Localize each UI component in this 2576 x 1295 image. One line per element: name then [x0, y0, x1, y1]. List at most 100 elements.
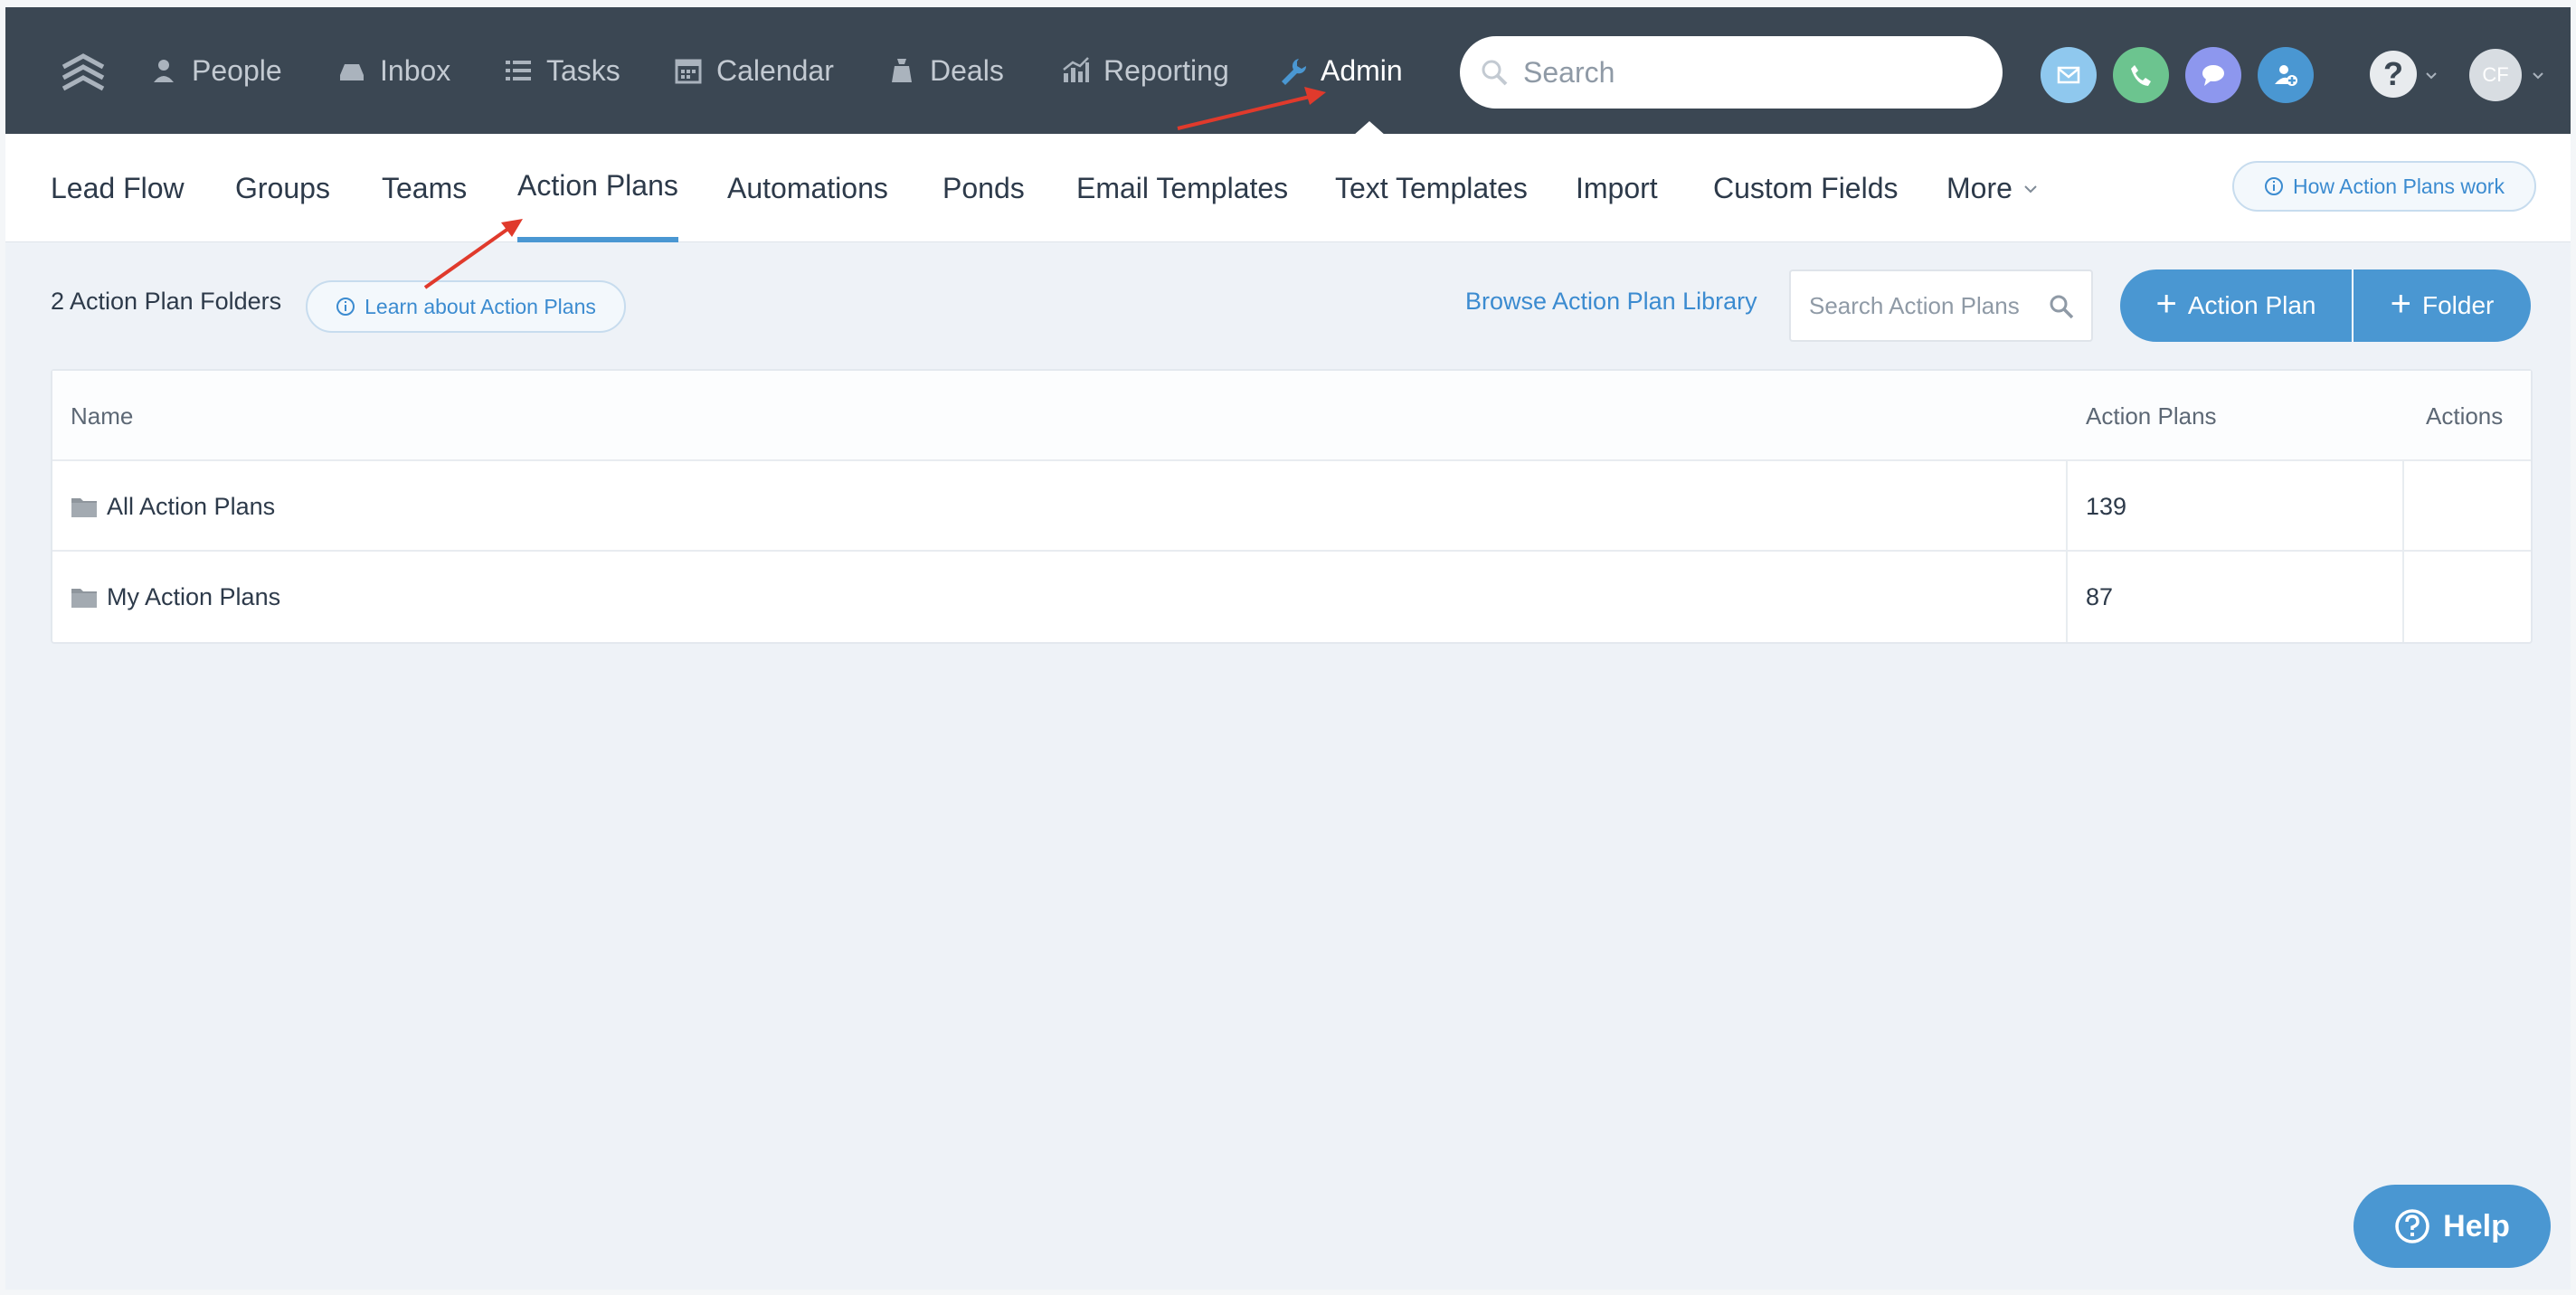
tab-label: Import — [1576, 171, 1658, 204]
text-message-button[interactable] — [2185, 47, 2241, 103]
nav-label: People — [192, 53, 282, 87]
nav-label: Tasks — [546, 53, 620, 87]
tab-automations[interactable]: Automations — [727, 134, 888, 242]
tab-action-plans[interactable]: Action Plans — [517, 134, 678, 242]
info-icon — [336, 298, 355, 316]
tab-teams[interactable]: Teams — [382, 134, 467, 242]
learn-about-action-plans-button[interactable]: Learn about Action Plans — [306, 280, 626, 333]
global-search-input[interactable] — [1523, 55, 1975, 90]
add-action-plan-button[interactable]: + Action Plan — [2120, 269, 2353, 342]
add-person-icon — [2275, 65, 2297, 86]
nav-label: Admin — [1321, 53, 1403, 87]
add-folder-button[interactable]: + Folder — [2353, 269, 2531, 342]
user-avatar[interactable]: CF — [2469, 49, 2522, 101]
nav-inbox[interactable]: Inbox — [336, 7, 450, 134]
nav-calendar[interactable]: Calendar — [673, 7, 834, 134]
tab-groups[interactable]: Groups — [235, 134, 330, 242]
wrench-icon — [1282, 59, 1307, 85]
chevron-down-icon — [2426, 72, 2437, 80]
chart-icon — [1063, 57, 1089, 82]
tab-label: Action Plans — [517, 168, 678, 202]
tab-label: Automations — [727, 171, 888, 204]
app-logo-icon[interactable] — [56, 47, 110, 101]
add-plan-label: Action Plan — [2187, 291, 2316, 319]
chevron-down-icon — [2024, 185, 2037, 194]
global-search[interactable] — [1460, 36, 2003, 109]
top-navigation-bar: People Inbox Tasks Calendar Deals Report… — [5, 7, 2571, 136]
table-header: Name Action Plans Actions — [52, 371, 2531, 461]
folder-icon — [71, 589, 97, 608]
list-icon — [506, 61, 531, 80]
folder-name-cell[interactable]: All Action Plans — [71, 461, 275, 552]
tab-label: Lead Flow — [51, 171, 185, 204]
nav-label: Calendar — [716, 53, 834, 87]
tab-import[interactable]: Import — [1576, 134, 1658, 242]
action-plan-folders-table: Name Action Plans Actions All Action Pla… — [51, 369, 2533, 644]
folder-icon — [71, 498, 97, 517]
folders-count: 2 Action Plan Folders — [51, 288, 282, 315]
chat-bubble-icon — [2202, 65, 2224, 86]
nav-people[interactable]: People — [148, 7, 282, 134]
tab-label: Email Templates — [1076, 171, 1289, 204]
nav-tasks[interactable]: Tasks — [503, 7, 620, 134]
folder-name: My Action Plans — [107, 582, 281, 610]
call-button[interactable] — [2113, 47, 2169, 103]
chevron-down-icon — [2533, 72, 2543, 80]
help-chat-button[interactable]: Help — [2353, 1185, 2551, 1268]
nav-label: Inbox — [380, 53, 451, 87]
column-header-actions: Actions — [2426, 402, 2504, 430]
info-icon — [2265, 177, 2284, 195]
plus-icon: + — [2155, 284, 2177, 324]
tab-ponds[interactable]: Ponds — [942, 134, 1025, 242]
folder-name: All Action Plans — [107, 492, 276, 520]
action-plan-search-input[interactable] — [1809, 291, 2044, 320]
nav-label: Reporting — [1103, 53, 1229, 87]
column-header-name[interactable]: Name — [71, 371, 133, 461]
action-plan-search[interactable] — [1789, 269, 2093, 342]
plan-count: 87 — [2086, 582, 2114, 610]
nav-admin[interactable]: Admin — [1277, 7, 1403, 134]
tab-label: Teams — [382, 171, 468, 204]
help-menu-button[interactable]: ? — [2370, 51, 2417, 98]
nav-reporting[interactable]: Reporting — [1060, 7, 1229, 134]
plus-icon: + — [2390, 284, 2411, 324]
tab-label: More — [1946, 171, 2012, 204]
folder-name-cell[interactable]: My Action Plans — [71, 552, 280, 642]
add-contact-button[interactable] — [2258, 47, 2314, 103]
create-button-group: + Action Plan + Folder — [2120, 269, 2531, 342]
deal-bag-icon — [892, 59, 912, 82]
tab-more[interactable]: More — [1946, 134, 2040, 242]
table-row[interactable]: My Action Plans 87 — [52, 552, 2531, 642]
tab-email-templates[interactable]: Email Templates — [1076, 134, 1288, 242]
tab-label: Text Templates — [1335, 171, 1528, 204]
email-button[interactable] — [2041, 47, 2097, 103]
calendar-icon — [675, 59, 702, 84]
admin-sub-navigation: Lead Flow Groups Teams Action Plans Auto… — [5, 134, 2571, 242]
learn-label: Learn about Action Plans — [365, 294, 596, 318]
how-action-plans-work-button[interactable]: How Action Plans work — [2232, 161, 2536, 212]
envelope-icon — [2057, 66, 2080, 84]
question-icon: ? — [2383, 55, 2403, 92]
tab-label: Groups — [235, 171, 330, 204]
tab-lead-flow[interactable]: Lead Flow — [51, 134, 185, 242]
inbox-icon — [340, 64, 364, 80]
table-row[interactable]: All Action Plans 139 — [52, 461, 2531, 552]
tab-text-templates[interactable]: Text Templates — [1335, 134, 1528, 242]
plan-count: 139 — [2086, 492, 2127, 520]
tab-label: Custom Fields — [1713, 171, 1899, 204]
phone-icon — [2131, 65, 2151, 86]
search-icon — [2050, 295, 2074, 319]
search-icon — [1482, 60, 1508, 86]
how-label: How Action Plans work — [2293, 174, 2505, 198]
browse-library-link[interactable]: Browse Action Plan Library — [1465, 288, 1757, 316]
tab-custom-fields[interactable]: Custom Fields — [1713, 134, 1899, 242]
add-folder-label: Folder — [2421, 291, 2495, 319]
tab-label: Ponds — [942, 171, 1025, 204]
question-circle-icon — [2395, 1209, 2429, 1243]
column-header-action-plans[interactable]: Action Plans — [2086, 371, 2217, 461]
avatar-initials: CF — [2482, 63, 2509, 86]
nav-deals[interactable]: Deals — [886, 7, 1004, 134]
nav-label: Deals — [930, 53, 1004, 87]
person-icon — [154, 60, 174, 82]
help-label: Help — [2443, 1208, 2510, 1243]
